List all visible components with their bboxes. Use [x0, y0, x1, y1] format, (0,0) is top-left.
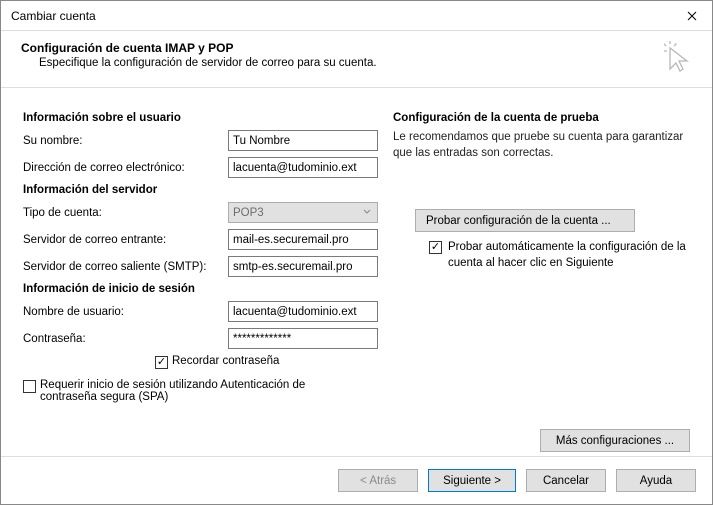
- name-label: Su nombre:: [23, 135, 228, 147]
- email-input[interactable]: [228, 157, 378, 178]
- dialog-header: Configuración de cuenta IMAP y POP Espec…: [1, 31, 712, 88]
- dialog-body: Información sobre el usuario Su nombre: …: [1, 88, 712, 456]
- name-input[interactable]: [228, 130, 378, 151]
- back-button: < Atrás: [338, 469, 418, 492]
- more-settings-button[interactable]: Más configuraciones ...: [540, 429, 690, 452]
- auto-test-label: Probar automáticamente la configuración …: [448, 240, 696, 271]
- cancel-button[interactable]: Cancelar: [526, 469, 606, 492]
- close-icon: [687, 11, 697, 21]
- test-account-button[interactable]: Probar configuración de la cuenta ...: [415, 209, 635, 232]
- remember-password-checkbox[interactable]: [155, 356, 168, 369]
- dialog-footer: < Atrás Siguiente > Cancelar Ayuda: [1, 456, 712, 504]
- server-info-heading: Información del servidor: [23, 184, 383, 196]
- auto-test-row[interactable]: Probar automáticamente la configuración …: [429, 240, 696, 271]
- username-label: Nombre de usuario:: [23, 306, 228, 318]
- login-info-heading: Información de inicio de sesión: [23, 283, 383, 295]
- remember-password-row[interactable]: Recordar contraseña: [155, 355, 383, 369]
- password-input[interactable]: [228, 328, 378, 349]
- test-config-heading: Configuración de la cuenta de prueba: [393, 112, 696, 124]
- incoming-server-label: Servidor de correo entrante:: [23, 234, 228, 246]
- close-button[interactable]: [672, 1, 712, 31]
- dialog-window: Cambiar cuenta Configuración de cuenta I…: [0, 0, 713, 505]
- username-input[interactable]: [228, 301, 378, 322]
- auto-test-checkbox[interactable]: [429, 241, 442, 254]
- next-button[interactable]: Siguiente >: [428, 469, 516, 492]
- right-column: Configuración de la cuenta de prueba Le …: [393, 106, 696, 456]
- incoming-server-input[interactable]: [228, 229, 378, 250]
- account-type-value: POP3: [233, 207, 264, 219]
- titlebar: Cambiar cuenta: [1, 1, 712, 31]
- outgoing-server-input[interactable]: [228, 256, 378, 277]
- header-subtitle: Especifique la configuración de servidor…: [39, 57, 692, 69]
- email-label: Dirección de correo electrónico:: [23, 162, 228, 174]
- account-type-label: Tipo de cuenta:: [23, 207, 228, 219]
- cursor-click-icon: [664, 41, 694, 78]
- spa-label: Requerir inicio de sesión utilizando Aut…: [40, 379, 350, 403]
- outgoing-server-label: Servidor de correo saliente (SMTP):: [23, 261, 228, 273]
- spa-row[interactable]: Requerir inicio de sesión utilizando Aut…: [23, 379, 383, 403]
- chevron-down-icon: [363, 207, 371, 219]
- header-title: Configuración de cuenta IMAP y POP: [21, 41, 692, 55]
- user-info-heading: Información sobre el usuario: [23, 112, 383, 124]
- password-label: Contraseña:: [23, 333, 228, 345]
- spa-checkbox[interactable]: [23, 380, 36, 393]
- remember-password-label: Recordar contraseña: [172, 355, 279, 367]
- test-config-description: Le recomendamos que pruebe su cuenta par…: [393, 130, 696, 161]
- window-title: Cambiar cuenta: [11, 9, 672, 23]
- account-type-select: POP3: [228, 202, 378, 223]
- help-button[interactable]: Ayuda: [616, 469, 696, 492]
- left-column: Información sobre el usuario Su nombre: …: [23, 106, 383, 456]
